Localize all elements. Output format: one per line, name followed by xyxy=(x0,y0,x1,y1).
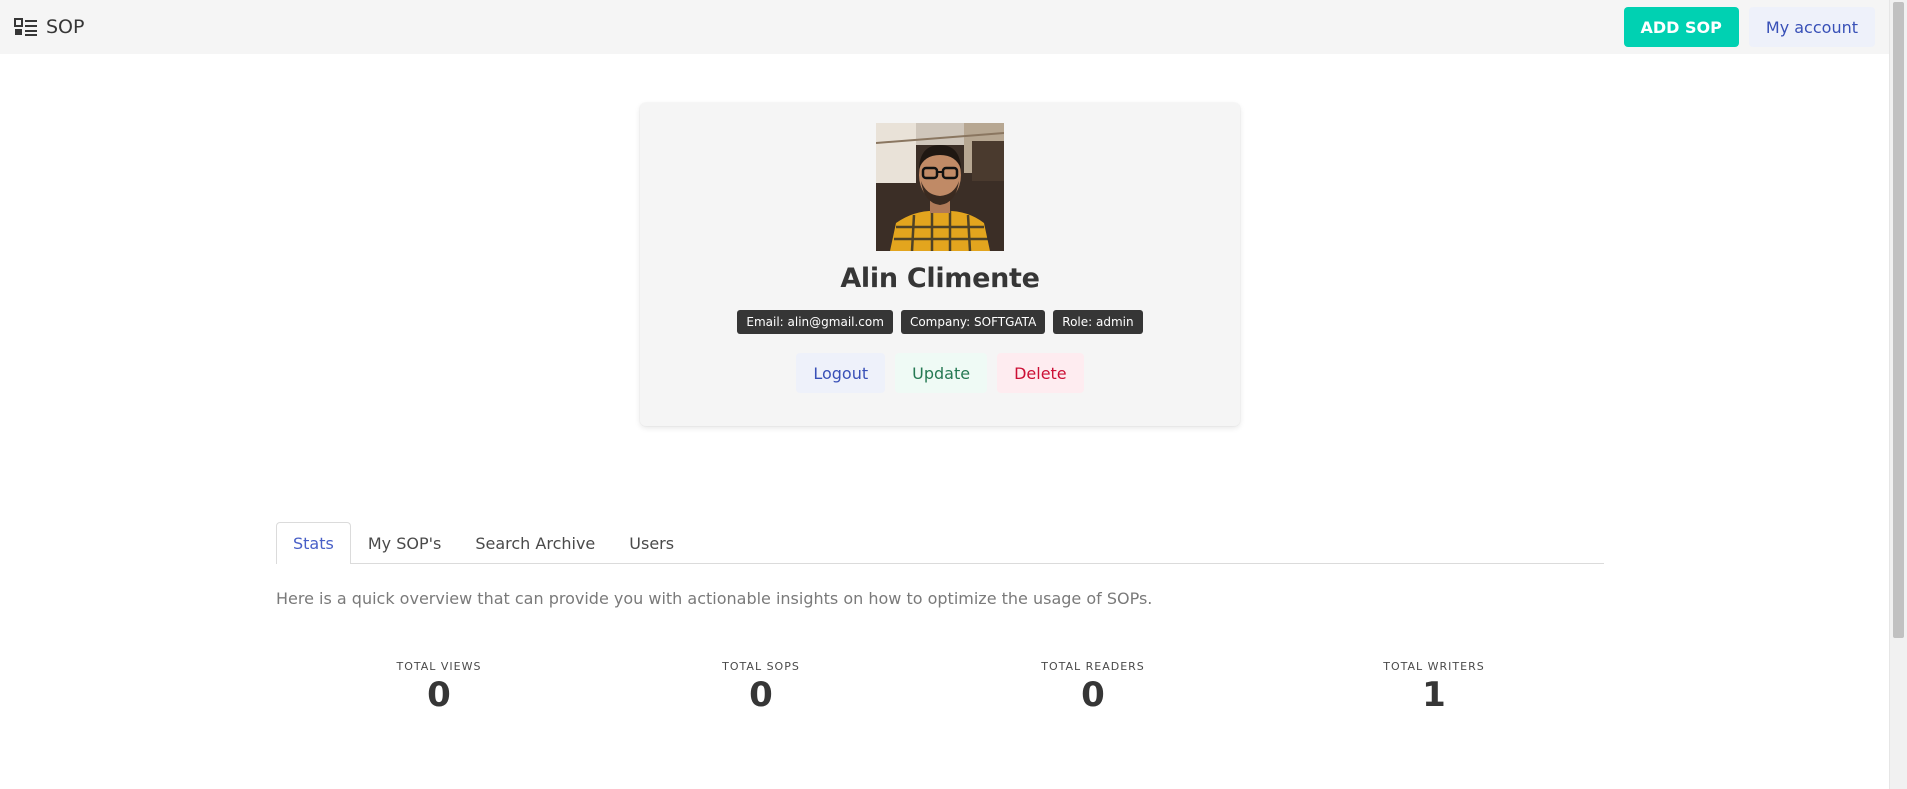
email-tag: Email: alin@gmail.com xyxy=(737,310,893,334)
navbar: SOP ADD SOP My account xyxy=(0,0,1889,54)
stat-value: 1 xyxy=(1422,675,1446,715)
stat-value: 0 xyxy=(1081,675,1105,715)
profile-actions: Logout Update Delete xyxy=(796,353,1084,393)
update-button[interactable]: Update xyxy=(895,353,988,393)
stat-total-writers: TOTAL WRITERS 1 xyxy=(1324,660,1544,715)
tab-search-archive[interactable]: Search Archive xyxy=(458,522,612,564)
role-tag: Role: admin xyxy=(1053,310,1143,334)
scrollbar[interactable] xyxy=(1889,0,1907,789)
logout-button[interactable]: Logout xyxy=(796,353,886,393)
profile-name: Alin Climente xyxy=(840,263,1040,294)
tab-my-sops[interactable]: My SOP's xyxy=(351,522,459,564)
stat-total-views: TOTAL VIEWS 0 xyxy=(329,660,549,715)
stat-value: 0 xyxy=(427,675,451,715)
stat-total-readers: TOTAL READERS 0 xyxy=(983,660,1203,715)
scrollbar-thumb[interactable] xyxy=(1893,2,1904,638)
nav-actions: ADD SOP My account xyxy=(1623,7,1875,47)
list-icon xyxy=(14,18,38,36)
stat-total-sops: TOTAL SOPS 0 xyxy=(651,660,871,715)
brand-label: SOP xyxy=(46,16,85,38)
stat-heading: TOTAL WRITERS xyxy=(1383,660,1485,673)
stat-heading: TOTAL SOPS xyxy=(722,660,800,673)
delete-button[interactable]: Delete xyxy=(997,353,1084,393)
tabs: Stats My SOP's Search Archive Users xyxy=(276,522,1604,564)
profile-card: Alin Climente Email: alin@gmail.com Comp… xyxy=(640,103,1240,426)
add-sop-button[interactable]: ADD SOP xyxy=(1623,7,1739,47)
stat-heading: TOTAL READERS xyxy=(1041,660,1145,673)
stat-heading: TOTAL VIEWS xyxy=(396,660,482,673)
overview-text: Here is a quick overview that can provid… xyxy=(276,589,1153,608)
avatar xyxy=(876,123,1004,251)
brand-link[interactable]: SOP xyxy=(14,16,84,38)
tab-stats[interactable]: Stats xyxy=(276,522,351,564)
tab-users[interactable]: Users xyxy=(612,522,691,564)
company-tag: Company: SOFTGATA xyxy=(900,310,1046,334)
my-account-button[interactable]: My account xyxy=(1748,7,1875,47)
profile-tags: Email: alin@gmail.com Company: SOFTGATA … xyxy=(737,310,1143,334)
stat-value: 0 xyxy=(749,675,773,715)
